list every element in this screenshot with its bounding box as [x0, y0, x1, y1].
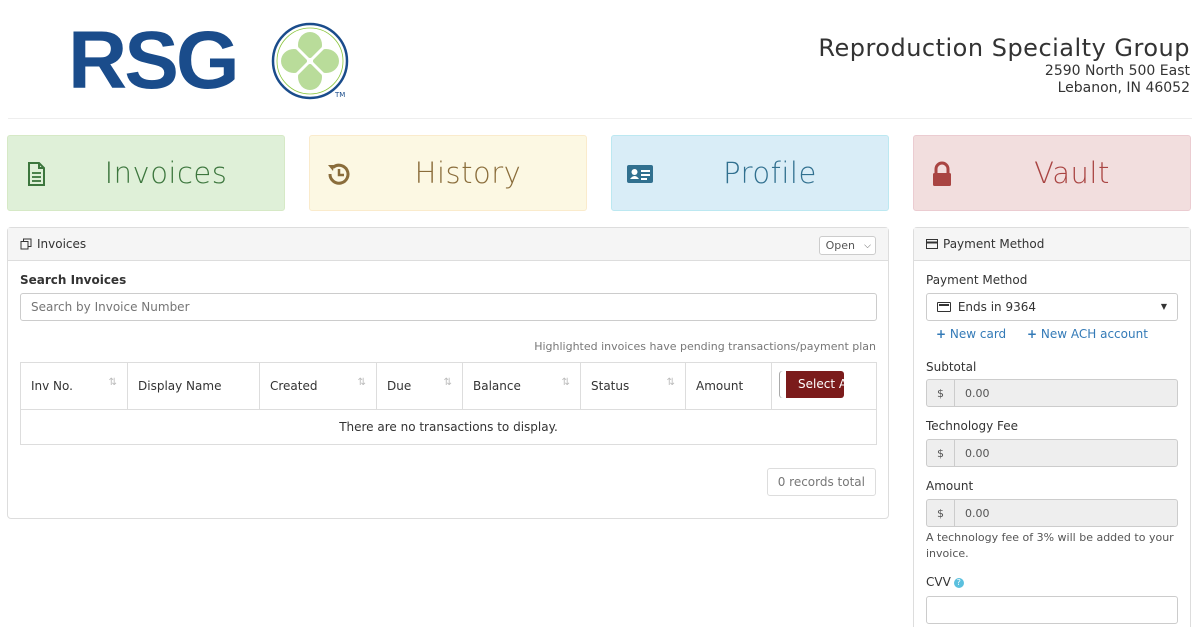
id-card-icon: [627, 165, 653, 183]
lock-icon: [933, 161, 951, 186]
column-header-display-name[interactable]: Display Name: [127, 362, 260, 410]
nav-tile-profile[interactable]: Profile: [611, 135, 889, 211]
selected-payment-method: Ends in 9364: [957, 300, 1036, 314]
technology-fee-note: A technology fee of 3% will be added to …: [926, 531, 1174, 560]
payment-method-panel: Payment Method Payment Method Ends in 93…: [913, 227, 1191, 627]
column-header-select: Select All: [771, 362, 877, 410]
column-header-amount: Amount: [685, 362, 772, 410]
logo-wordmark: RSG: [68, 15, 240, 106]
cvv-input[interactable]: [926, 596, 1178, 624]
company-name: Reproduction Specialty Group: [818, 34, 1190, 62]
table-header-row: Inv No. ⇅ Display Name Created ⇅ Due ⇅ Bala…: [20, 362, 877, 410]
technology-fee-label: Technology Fee: [926, 419, 1019, 433]
technology-fee-field: $ 0.00: [926, 439, 1178, 467]
empty-table-message: There are no transactions to display.: [20, 409, 877, 445]
history-icon: [328, 163, 350, 185]
nav-tile-invoices[interactable]: Invoices: [7, 135, 285, 211]
subtotal-label: Subtotal: [926, 360, 977, 374]
invoices-panel-title: Invoices: [37, 237, 87, 251]
sort-icon: ⇅: [357, 377, 366, 388]
new-card-link[interactable]: + New card: [936, 327, 1006, 341]
search-label: Search Invoices: [20, 273, 127, 287]
column-header-balance[interactable]: Balance ⇅: [462, 362, 581, 410]
currency-addon: $: [927, 380, 955, 406]
header-divider: [8, 118, 1192, 119]
payment-panel-title: Payment Method: [943, 237, 1045, 251]
amount-value: 0.00: [965, 506, 990, 520]
amount-label: Amount: [926, 479, 974, 493]
payment-method-label: Payment Method: [926, 273, 1028, 287]
invoices-panel: Invoices Open ⌵ Search Invoices Highligh…: [7, 227, 889, 519]
payment-panel-header: Payment Method: [914, 228, 1190, 261]
column-header-created[interactable]: Created ⇅: [259, 362, 377, 410]
select-all-button[interactable]: Select All: [780, 371, 844, 398]
plus-icon: +: [936, 327, 947, 341]
help-icon[interactable]: ?: [953, 578, 964, 588]
currency-addon: $: [927, 440, 955, 466]
address-line-1: 2590 North 500 East: [1044, 63, 1190, 79]
nav-tile-history[interactable]: History: [309, 135, 587, 211]
payment-method-select[interactable]: Ends in 9364 ▼: [926, 293, 1178, 321]
technology-fee-value: 0.00: [965, 446, 990, 460]
column-header-status[interactable]: Status ⇅: [580, 362, 686, 410]
plus-icon: +: [1027, 327, 1038, 341]
company-logo: RSG TM: [68, 20, 358, 102]
subtotal-value: 0.00: [965, 386, 990, 400]
records-total: 0 records total: [766, 468, 876, 496]
card-icon: [937, 302, 951, 312]
highlight-hint: Highlighted invoices have pending transa…: [534, 340, 876, 353]
column-header-due[interactable]: Due ⇅: [376, 362, 463, 410]
status-filter-select[interactable]: Open ⌵: [818, 236, 876, 255]
nav-tile-label: Invoices: [104, 156, 228, 190]
clover-logo-icon: [271, 22, 349, 100]
company-info: Reproduction Specialty Group 2590 North …: [818, 33, 1190, 97]
address-line-2: Lebanon, IN 46052: [1057, 80, 1190, 96]
sort-icon: ⇅: [443, 377, 452, 388]
credit-card-icon: [926, 239, 938, 249]
document-icon: [28, 162, 45, 186]
nav-tile-label: Vault: [1034, 156, 1110, 190]
currency-addon: $: [927, 500, 955, 526]
sort-icon: ⇅: [561, 377, 570, 388]
sort-icon: ⇅: [666, 377, 675, 388]
caret-down-icon: ▼: [1160, 302, 1167, 311]
cvv-label: CVV?: [926, 575, 964, 589]
invoices-table: Inv No. ⇅ Display Name Created ⇅ Due ⇅ Bala…: [20, 362, 877, 445]
status-filter-value: Open: [825, 239, 855, 252]
nav-tile-label: History: [414, 156, 522, 190]
copy-icon: [20, 238, 32, 250]
nav-tile-vault[interactable]: Vault: [913, 135, 1191, 211]
nav-tile-label: Profile: [723, 156, 817, 190]
sort-icon: ⇅: [108, 377, 117, 388]
search-input[interactable]: [20, 293, 877, 321]
trademark-mark: TM: [335, 91, 346, 99]
amount-field: $ 0.00: [926, 499, 1178, 527]
subtotal-field: $ 0.00: [926, 379, 1178, 407]
chevron-down-icon: ⌵: [864, 241, 871, 251]
new-ach-link[interactable]: + New ACH account: [1027, 327, 1148, 341]
column-header-inv-no[interactable]: Inv No. ⇅: [20, 362, 128, 410]
table-row: There are no transactions to display.: [20, 409, 877, 445]
invoices-panel-header: Invoices Open ⌵: [8, 228, 888, 261]
